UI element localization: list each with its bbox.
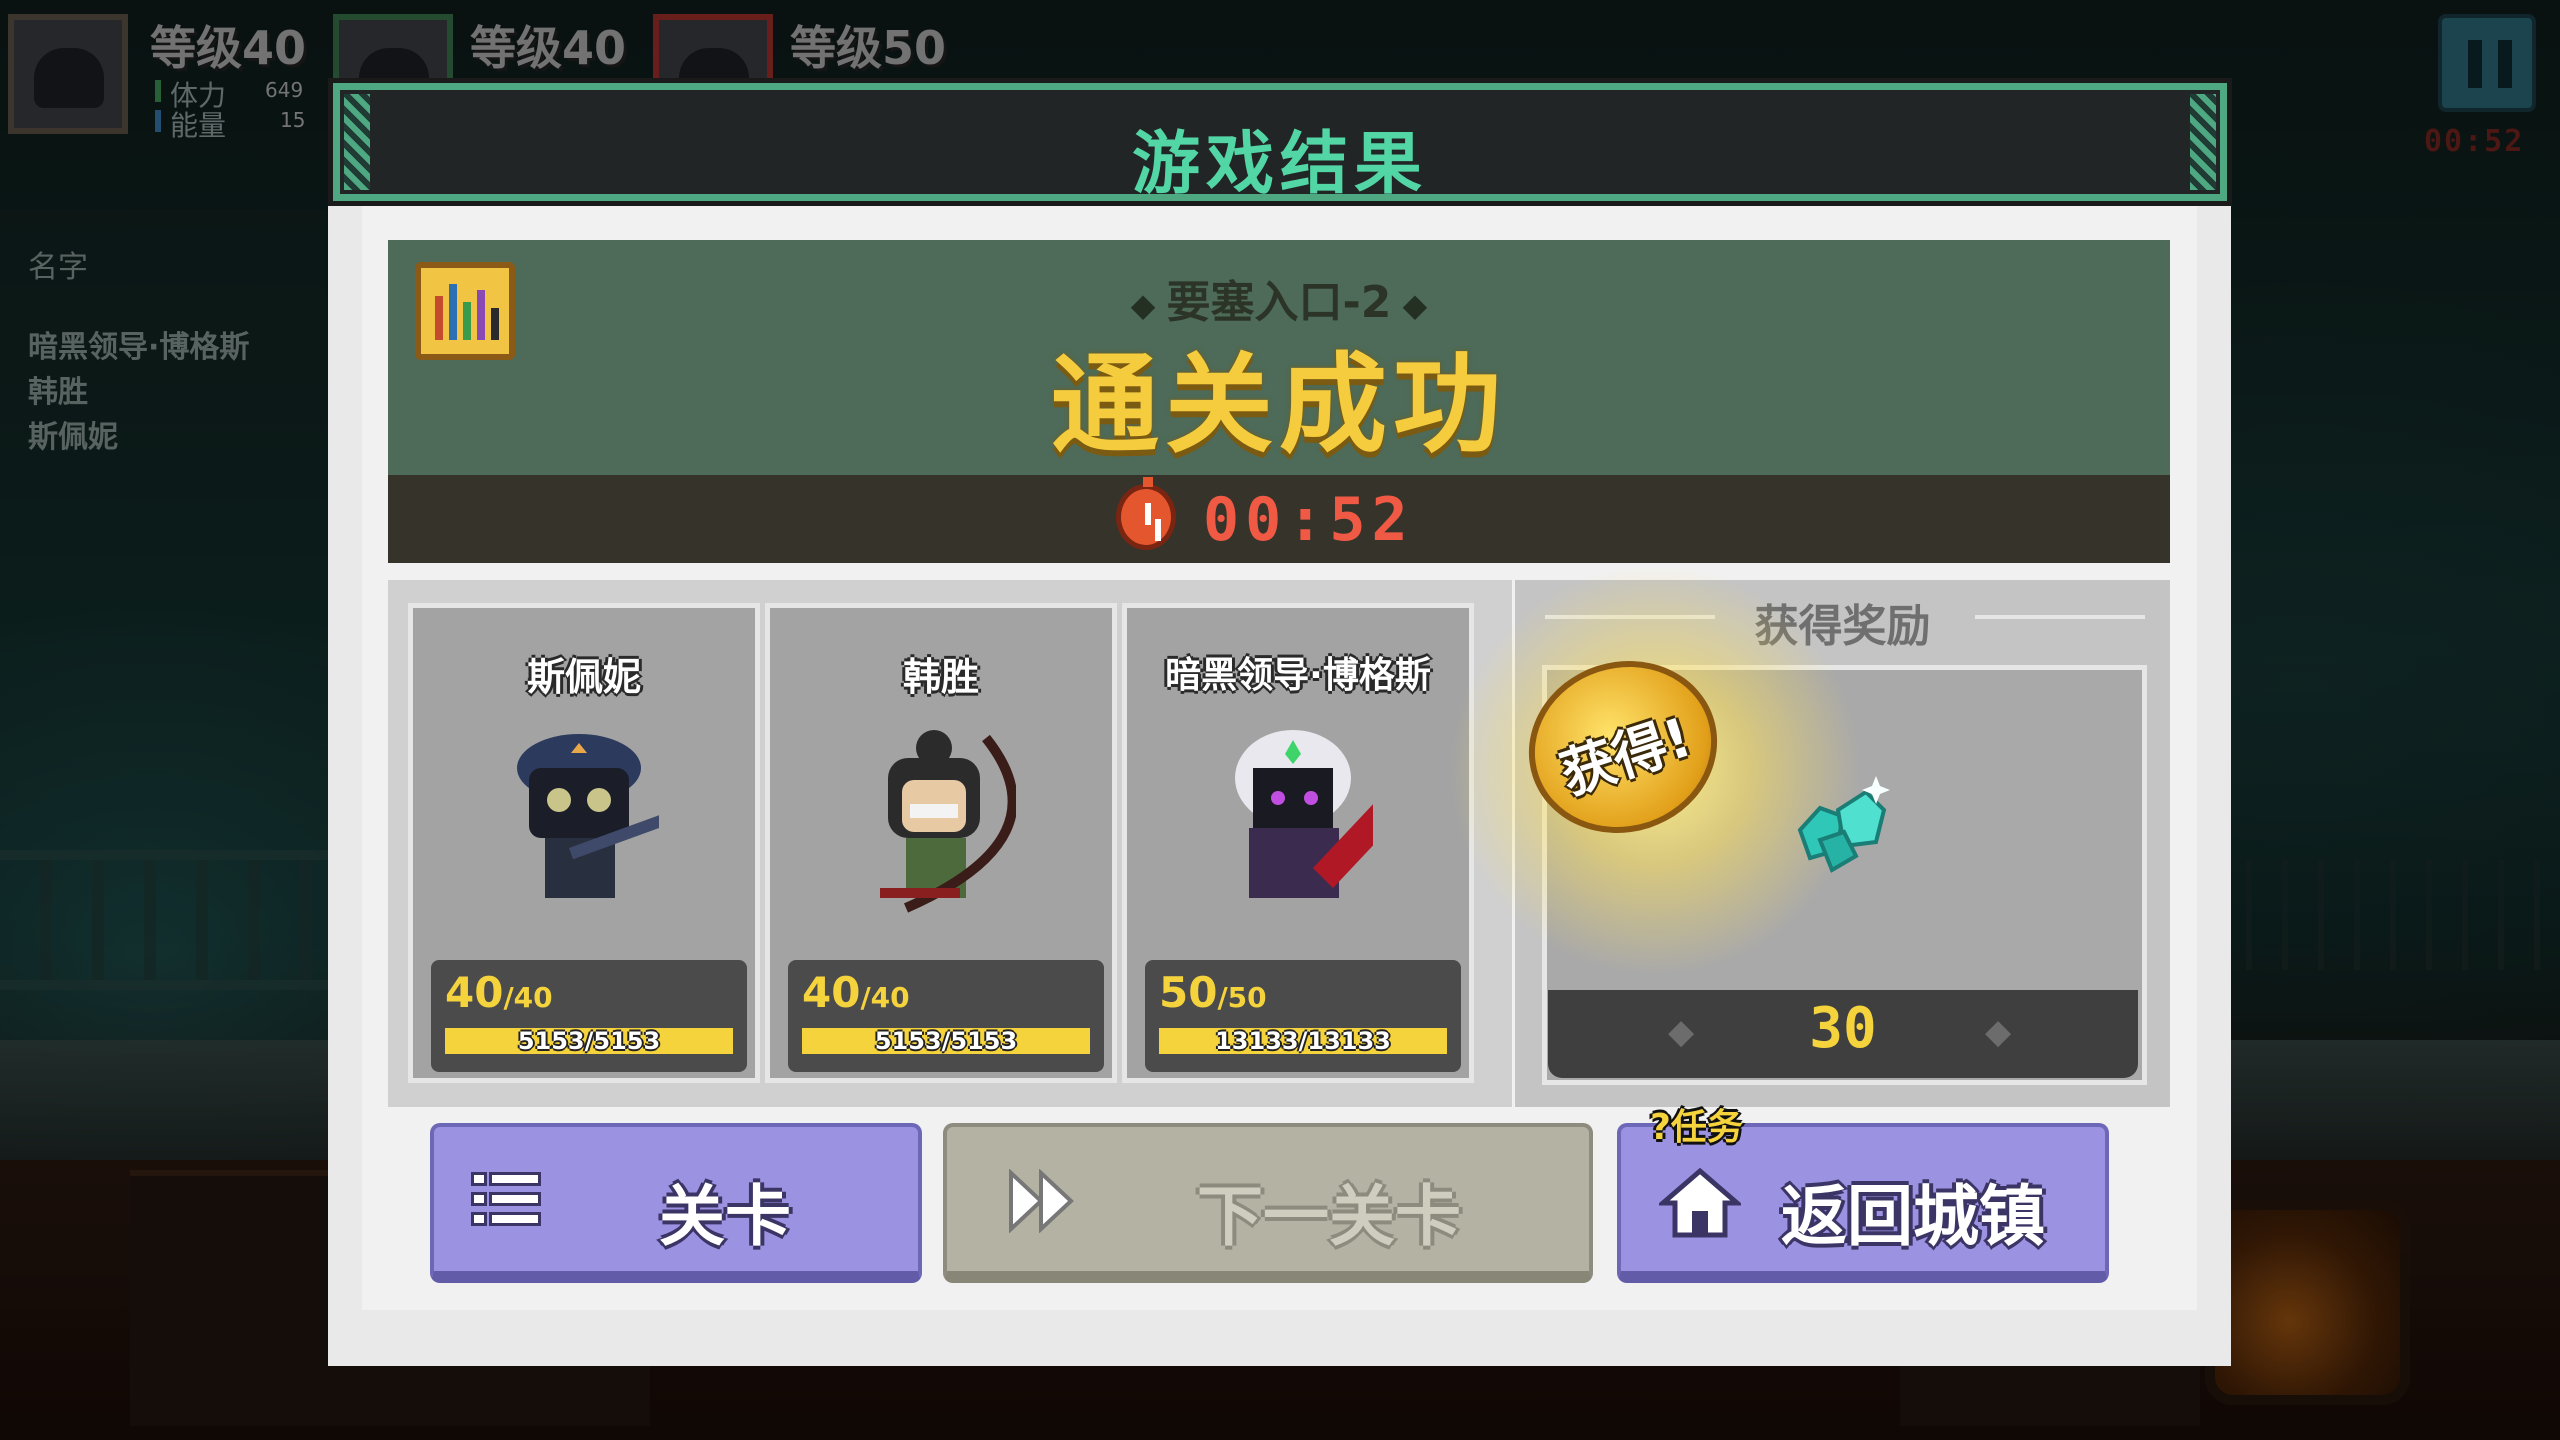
list-icon-dot xyxy=(474,1175,484,1183)
hero-card: 韩胜 40/40 5153/5153 xyxy=(765,603,1117,1083)
list-icon-dot xyxy=(474,1195,484,1203)
next-stage-label: 下一关卡 xyxy=(1197,1178,1461,1255)
stage-select-button[interactable]: 关卡 xyxy=(430,1123,922,1283)
hero-sprite-hansheng xyxy=(880,730,1016,913)
obtained-badge-text: 获得! xyxy=(1553,705,1699,807)
hero-name: 韩胜 xyxy=(902,655,979,699)
hero-name: 斯佩妮 xyxy=(526,655,641,699)
next-stage-button[interactable]: 下一关卡 xyxy=(943,1123,1593,1283)
fast-forward-icon xyxy=(1009,1169,1074,1233)
hero-level: 50/50 xyxy=(1159,968,1267,1017)
hero-level-value: 40 xyxy=(445,968,504,1017)
return-town-label: 返回城镇 xyxy=(1781,1178,2045,1255)
hero-stat-box: 40/40 5153/5153 xyxy=(431,960,747,1072)
list-icon-line xyxy=(492,1195,538,1203)
hero-level-max: /40 xyxy=(860,981,910,1014)
hero-hp-bar: 5153/5153 xyxy=(445,1028,733,1054)
hero-name: 暗黑领导·博格斯 xyxy=(1165,655,1431,696)
hero-level-max: /50 xyxy=(1217,981,1267,1014)
clear-time: 00:52 xyxy=(1203,485,1414,555)
stopwatch-icon xyxy=(1116,477,1176,550)
hero-level-max: /40 xyxy=(503,981,553,1014)
question-icon: ? xyxy=(1650,1107,1671,1148)
stage-select-label: 关卡 xyxy=(659,1178,791,1255)
hero-level-value: 40 xyxy=(802,968,861,1017)
hero-level-value: 50 xyxy=(1159,968,1218,1017)
list-icon-line xyxy=(492,1175,538,1183)
list-icon-line xyxy=(492,1215,538,1223)
hero-card: 斯佩妮 40/40 5153/5153 xyxy=(408,603,760,1083)
stage-clear-text: 通关成功 xyxy=(1050,343,1507,468)
hero-stat-box: 50/50 13133/13133 xyxy=(1145,960,1461,1072)
reward-count: 30 xyxy=(1809,996,1877,1061)
hero-hp-bar: 13133/13133 xyxy=(1159,1028,1447,1054)
hero-sprite-boggs xyxy=(1235,730,1373,898)
quest-tag[interactable]: ?任务 xyxy=(1650,1098,1743,1150)
cyan-gem-icon xyxy=(1797,776,1890,873)
hero-level: 40/40 xyxy=(802,968,910,1017)
list-icon-dot xyxy=(474,1215,484,1223)
hero-hp-bar: 5153/5153 xyxy=(802,1028,1090,1054)
dialog-title: 游戏结果 xyxy=(1131,125,1428,204)
dialog-title-bar: 游戏结果 xyxy=(333,83,2227,204)
hero-level: 40/40 xyxy=(445,968,553,1017)
hero-sprite-spenny xyxy=(517,734,659,898)
home-icon xyxy=(1659,1167,1741,1238)
hero-stat-box: 40/40 5153/5153 xyxy=(788,960,1104,1072)
quest-tag-label: 任务 xyxy=(1670,1107,1743,1148)
